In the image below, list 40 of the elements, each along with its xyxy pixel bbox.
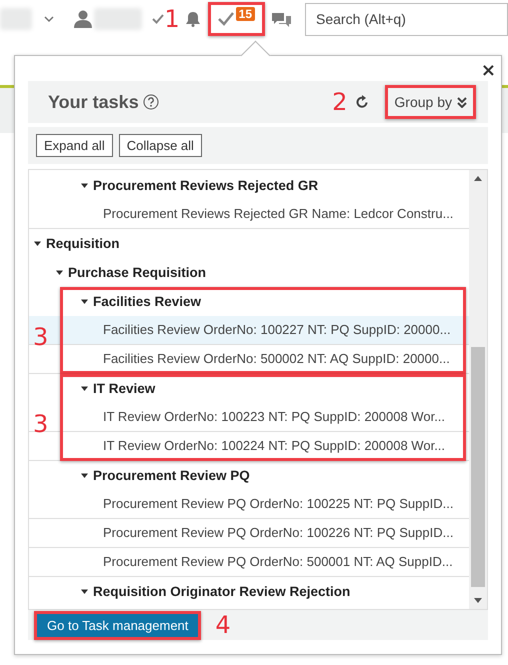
bell-icon[interactable] — [186, 11, 200, 27]
group-by-button[interactable]: Group by — [385, 85, 476, 119]
caret-down-icon[interactable] — [80, 181, 89, 190]
task-count-badge: 15 — [236, 7, 255, 21]
caret-down-icon[interactable] — [55, 268, 64, 277]
panel-title: Your tasks — [48, 92, 139, 112]
task-item[interactable]: Procurement Review PQ OrderNo: 100226 NT: PQ SuppID... — [29, 519, 469, 548]
task-item[interactable]: Procurement Reviews Rejected GR Name: Ledcor Constru... — [29, 200, 469, 229]
caret-down-icon[interactable] — [80, 297, 89, 306]
chat-icon[interactable] — [272, 12, 291, 26]
checkmark-icon[interactable] — [152, 14, 164, 24]
refresh-icon[interactable] — [355, 95, 370, 109]
task-item[interactable]: Procurement Review PQ OrderNo: 500001 NT: AQ SuppID... — [29, 548, 469, 577]
group-heading[interactable]: Purchase Requisition — [68, 265, 206, 280]
group-heading[interactable]: Procurement Review PQ — [93, 468, 250, 483]
group-heading[interactable]: IT Review — [93, 381, 156, 396]
group-heading[interactable]: Requisition — [46, 236, 120, 251]
chevron-down-icon[interactable] — [44, 15, 54, 23]
group-heading[interactable]: Requisition Originator Review Rejection — [93, 584, 350, 599]
callout-number: 2 — [332, 90, 348, 114]
toolbar-button[interactable]: Expand all — [36, 134, 113, 157]
user-icon[interactable] — [74, 10, 92, 28]
checkmark-icon — [218, 12, 234, 26]
callout-number: 4 — [215, 613, 231, 637]
scrollbar-thumb[interactable] — [471, 347, 485, 587]
task-management-button[interactable]: Go to Task management — [34, 610, 202, 640]
task-item[interactable]: Procurement Review PQ OrderNo: 100225 NT: PQ SuppID... — [29, 490, 469, 519]
group-heading[interactable]: Facilities Review — [93, 294, 202, 309]
caret-down-icon[interactable] — [80, 587, 89, 596]
callout-number: 1 — [164, 7, 180, 31]
scrollbar[interactable] — [469, 170, 487, 609]
double-chevron-icon — [457, 96, 467, 108]
caret-down-icon[interactable] — [33, 239, 42, 248]
caret-down-icon[interactable] — [80, 384, 89, 393]
help-icon[interactable] — [142, 94, 159, 110]
toolbar-button[interactable]: Collapse all — [118, 134, 202, 157]
close-button[interactable]: × — [480, 62, 496, 80]
group-heading[interactable]: Procurement Reviews Rejected GR — [93, 178, 318, 193]
search-field[interactable]: Search (Alt+q) — [305, 2, 508, 36]
caret-down-icon[interactable] — [80, 471, 89, 480]
